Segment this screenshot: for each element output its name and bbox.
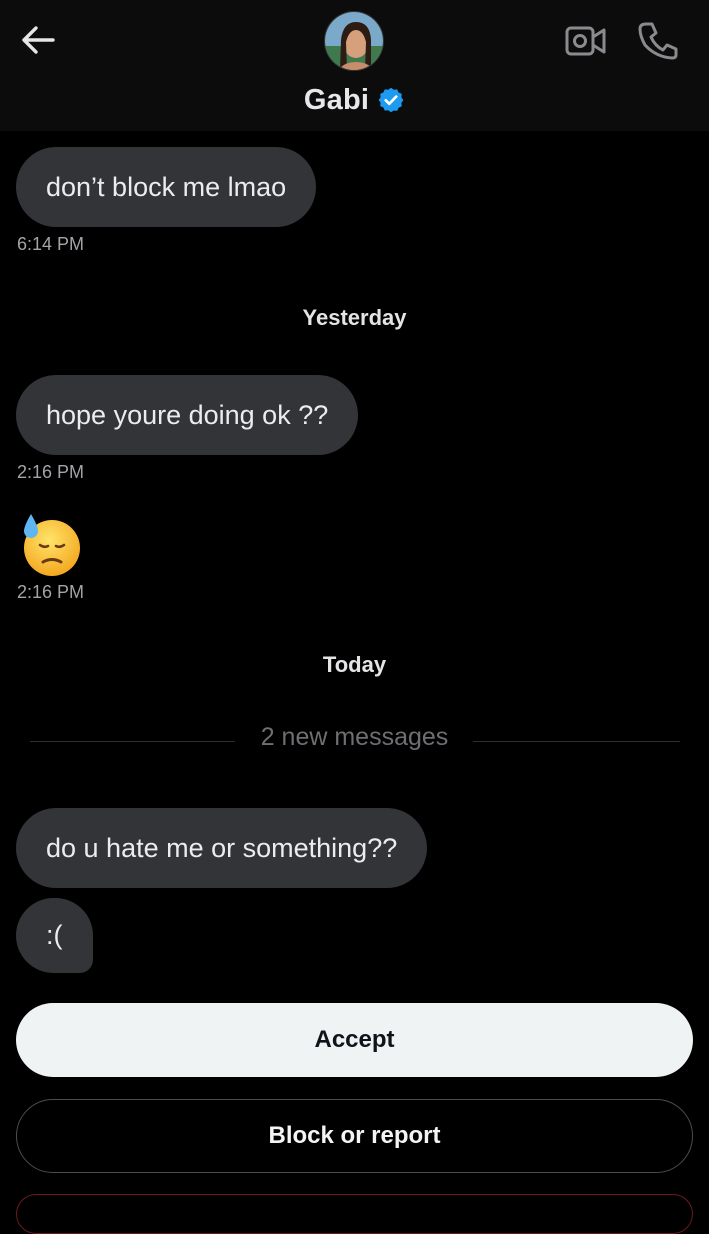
day-separator-today: Today [322,652,387,677]
message-timestamp: 2:16 PM [17,582,85,602]
phone-call-icon [638,22,678,60]
phone-call-button[interactable] [636,20,680,60]
contact-name-row[interactable]: Gabi [0,80,709,120]
message-text: :( [46,920,63,950]
block-or-report-button[interactable]: Block or report [16,1099,693,1173]
back-arrow-icon [22,26,55,54]
message-text: don’t block me lmao [46,171,287,202]
message-text: hope youre doing ok ?? [46,399,329,430]
verified-badge-icon [378,87,404,113]
message-bubble[interactable]: do u hate me or something?? [16,808,428,888]
video-call-button[interactable] [564,22,608,60]
conversation-header: Gabi [0,0,709,131]
message-timestamp: 2:16 PM [17,462,85,482]
message-bubble[interactable]: don’t block me lmao [16,147,317,227]
day-separator-yesterday: Yesterday [302,305,407,330]
delete-button[interactable] [16,1194,693,1234]
message-timestamp: 6:14 PM [17,234,85,254]
message-bubble[interactable]: :( [16,898,93,973]
new-messages-label: 2 new messages [260,723,449,751]
avatar[interactable] [324,11,384,71]
video-call-icon [565,26,606,56]
message-bubble[interactable]: hope youre doing ok ?? [16,375,359,455]
contact-name: Gabi [303,83,370,116]
message-text: do u hate me or something?? [46,832,398,863]
accept-button[interactable]: Accept [16,1003,693,1077]
divider-line [473,741,680,742]
downcast-face-with-sweat-icon[interactable] [18,512,84,578]
back-button[interactable] [18,22,58,58]
